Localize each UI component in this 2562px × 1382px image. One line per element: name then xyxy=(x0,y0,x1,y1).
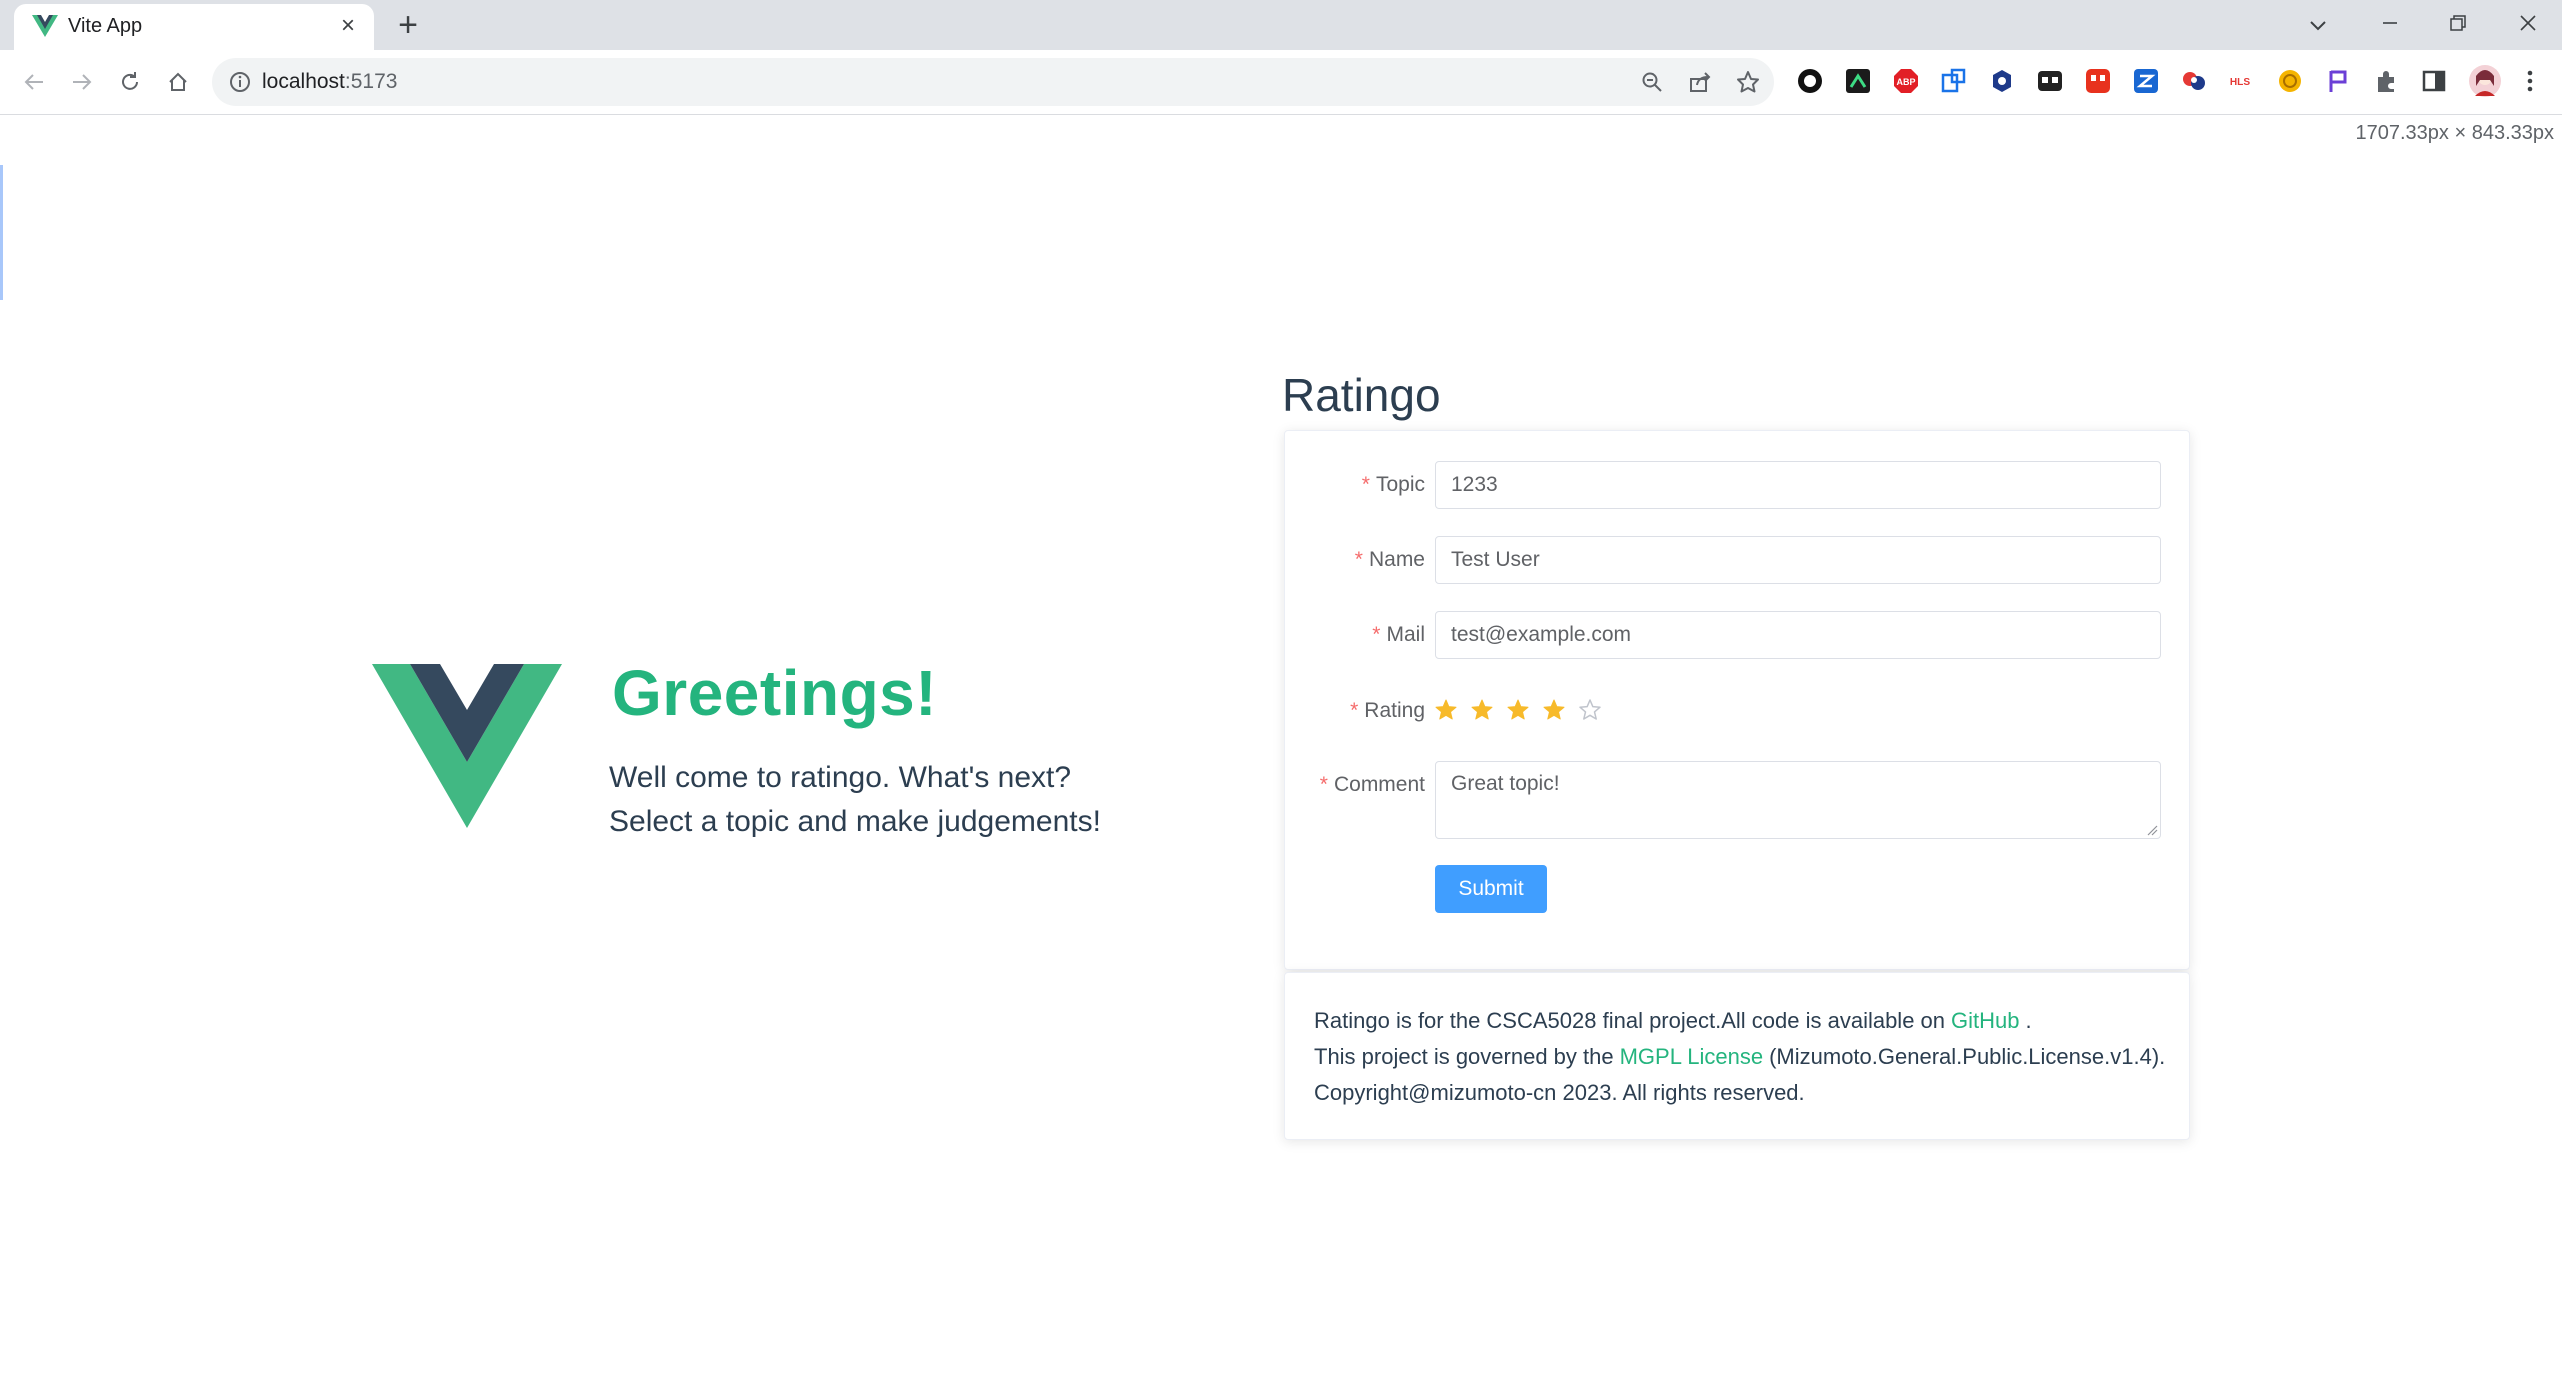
mail-label-text: Mail xyxy=(1386,623,1425,646)
topic-input[interactable]: 1233 xyxy=(1435,461,2161,509)
name-label-text: Name xyxy=(1368,548,1425,571)
name-input[interactable]: Test User xyxy=(1435,536,2161,584)
viewport-dimension-readout: 1707.33px × 843.33px xyxy=(2355,122,2554,144)
extension-red-icon[interactable] xyxy=(2084,67,2112,95)
rating-form-card: * Topic 1233 * Name Test User * Mail test@e… xyxy=(1284,430,2190,970)
extension-coin-icon[interactable] xyxy=(2276,67,2304,95)
comment-textarea[interactable]: Great topic! xyxy=(1435,761,2161,839)
intro-line-2: Select a topic and make judgements! xyxy=(609,805,1101,838)
extension-dark-icon[interactable] xyxy=(2036,67,2064,95)
tab-title: Vite App xyxy=(68,15,143,37)
bookmark-star-icon[interactable] xyxy=(1736,70,1760,94)
profile-avatar[interactable] xyxy=(2468,64,2502,98)
footer-line-2-text: This project is governed by the xyxy=(1314,1044,1614,1069)
footer-line-1: Ratingo is for the CSCA5028 final projec… xyxy=(1314,1008,2032,1034)
extension-circles-icon[interactable] xyxy=(2180,67,2208,95)
submit-button[interactable]: Submit xyxy=(1435,865,1547,913)
restore-icon[interactable] xyxy=(2438,8,2478,42)
hls-extension-icon[interactable]: HLS xyxy=(2226,67,2254,95)
rating-label: * Rating xyxy=(1350,699,1425,723)
extension-hex-icon[interactable] xyxy=(1988,67,2016,95)
site-info-icon[interactable] xyxy=(228,70,252,94)
topic-label: * Topic xyxy=(1362,473,1425,497)
focus-edge-indicator xyxy=(0,165,3,300)
back-arrow-icon[interactable] xyxy=(16,64,52,100)
star-empty-icon[interactable] xyxy=(1579,693,1615,727)
star-filled-icon[interactable] xyxy=(1471,693,1507,727)
greeting-title: Greetings! xyxy=(612,657,938,729)
github-link[interactable]: GitHub xyxy=(1951,1008,2019,1033)
info-card: Ratingo is for the CSCA5028 final projec… xyxy=(1284,972,2190,1140)
vue-favicon-icon xyxy=(32,15,58,37)
home-icon[interactable] xyxy=(160,64,196,100)
extension-terminal-icon[interactable] xyxy=(1844,67,1872,95)
star-filled-icon[interactable] xyxy=(1435,693,1471,727)
app-title: Ratingo xyxy=(1282,369,1441,421)
new-tab-icon[interactable]: + xyxy=(390,8,426,44)
share-icon[interactable] xyxy=(1688,70,1712,94)
name-label: * Name xyxy=(1355,548,1425,572)
browser-menu-icon[interactable] xyxy=(2516,67,2544,95)
browser-tab[interactable]: Vite App × xyxy=(14,4,374,50)
address-bar[interactable]: localhost:5173 xyxy=(212,58,1774,106)
svg-text:ABP: ABP xyxy=(1896,77,1915,87)
comment-label-text: Comment xyxy=(1333,773,1425,796)
vue-logo xyxy=(372,664,562,828)
close-window-icon[interactable] xyxy=(2508,8,2548,42)
side-panel-icon[interactable] xyxy=(2420,67,2448,95)
required-mark: * xyxy=(1350,699,1359,722)
mail-label: * Mail xyxy=(1372,623,1425,647)
footer-line-1-end: . xyxy=(2025,1008,2032,1033)
svg-text:HLS: HLS xyxy=(2230,77,2250,88)
required-mark: * xyxy=(1354,548,1363,571)
extension-flag-icon[interactable] xyxy=(2324,67,2352,95)
browser-tab-bar: Vite App × + xyxy=(0,0,2562,50)
rating-stars xyxy=(1435,693,1615,727)
star-filled-icon[interactable] xyxy=(1543,693,1579,727)
url-host: localhost xyxy=(262,70,345,93)
browser-toolbar: localhost:5173 ABP HLS xyxy=(0,50,2562,115)
reload-icon[interactable] xyxy=(112,64,148,100)
url-text[interactable]: localhost:5173 xyxy=(262,70,397,94)
comment-label: * Comment xyxy=(1320,773,1425,797)
forward-arrow-icon[interactable] xyxy=(64,64,100,100)
license-link[interactable]: MGPL License xyxy=(1620,1044,1763,1069)
required-mark: * xyxy=(1372,623,1381,646)
url-port: :5173 xyxy=(344,70,398,93)
resize-grip-icon[interactable] xyxy=(2146,824,2158,836)
zoom-icon[interactable] xyxy=(1640,70,1664,94)
minimize-icon[interactable] xyxy=(2370,8,2410,42)
extensions-puzzle-icon[interactable] xyxy=(2372,67,2400,95)
topic-label-text: Topic xyxy=(1375,473,1425,496)
adblock-plus-icon[interactable]: ABP xyxy=(1892,67,1920,95)
footer-line-1-text: Ratingo is for the CSCA5028 final projec… xyxy=(1314,1008,1946,1033)
comment-text: Great topic! xyxy=(1451,772,1560,795)
required-mark: * xyxy=(1361,473,1370,496)
rating-label-text: Rating xyxy=(1364,699,1425,722)
extension-circle-icon[interactable] xyxy=(1796,67,1824,95)
tab-search-chevron-icon[interactable] xyxy=(2298,8,2338,42)
intro-text: Well come to ratingo. What's next? Selec… xyxy=(609,756,1101,844)
mail-input[interactable]: test@example.com xyxy=(1435,611,2161,659)
star-filled-icon[interactable] xyxy=(1507,693,1543,727)
footer-line-2: This project is governed by the MGPL Lice… xyxy=(1314,1044,2165,1070)
close-tab-icon[interactable]: × xyxy=(334,12,362,40)
intro-line-1: Well come to ratingo. What's next? xyxy=(609,761,1072,794)
footer-line-2-end: (Mizumoto.General.Public.License.v1.4). xyxy=(1769,1044,2166,1069)
extension-link-icon[interactable] xyxy=(1940,67,1968,95)
required-mark: * xyxy=(1319,773,1328,796)
extension-blue-z-icon[interactable] xyxy=(2132,67,2160,95)
footer-line-3: Copyright@mizumoto-cn 2023. All rights r… xyxy=(1314,1080,1805,1105)
